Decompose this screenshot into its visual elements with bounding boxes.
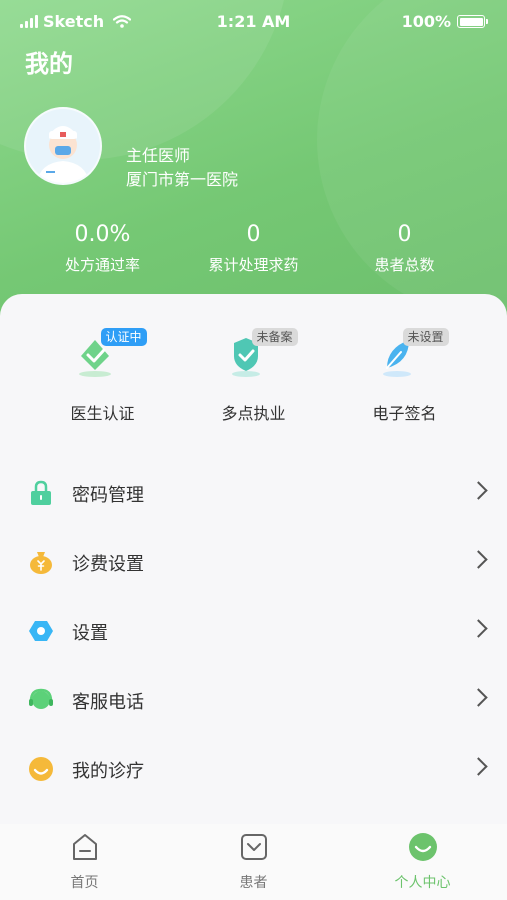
page-title: 我的	[25, 50, 73, 78]
cert-label: 医生认证	[70, 404, 135, 423]
lock-icon	[31, 480, 51, 505]
tab-home[interactable]: 首页	[0, 832, 169, 892]
stat-value: 0.0%	[74, 222, 131, 247]
menu-item-fee-settings[interactable]: 诊费设置	[0, 527, 507, 596]
tab-profile[interactable]: 个人中心	[338, 832, 507, 892]
stat-patients[interactable]: 0 患者总数	[320, 222, 489, 275]
money-bag-icon	[30, 552, 52, 574]
cert-doctor-verification[interactable]: 认证中 医生认证	[18, 328, 187, 424]
tab-label: 首页	[70, 875, 99, 891]
menu-item-settings[interactable]: 设置	[0, 596, 507, 665]
chevron-right-icon	[469, 619, 488, 638]
menu-item-my-treatment[interactable]: 我的诊疗	[0, 734, 507, 803]
stat-value: 0	[397, 222, 412, 247]
avatar[interactable]	[24, 107, 102, 185]
profile-icon	[408, 833, 437, 861]
stat-label: 累计处理求药	[208, 256, 299, 274]
chevron-right-icon	[469, 481, 488, 500]
menu-label: 密码管理	[72, 485, 144, 506]
menu-label: 设置	[72, 623, 108, 644]
tab-label: 个人中心	[394, 875, 451, 891]
status-badge: 未备案	[251, 328, 298, 346]
menu-label: 我的诊疗	[72, 761, 144, 782]
stat-label: 处方通过率	[64, 256, 140, 274]
cert-e-signature[interactable]: 未设置 电子签名	[320, 328, 489, 424]
stat-requests[interactable]: 0 累计处理求药	[169, 222, 338, 275]
headset-icon	[29, 688, 53, 709]
gear-icon	[29, 621, 53, 641]
menu-item-password[interactable]: 密码管理	[0, 458, 507, 527]
chevron-right-icon	[469, 757, 488, 776]
menu-item-customer-service[interactable]: 客服电话	[0, 665, 507, 734]
settings-menu: 密码管理 诊费设置 设置 客服电话 我的诊疗	[0, 458, 507, 803]
tab-label: 患者	[239, 875, 268, 891]
chevron-right-icon	[469, 688, 488, 707]
status-bar: Sketch 1:21 AM 100%	[0, 0, 507, 42]
chevron-right-icon	[469, 550, 488, 569]
battery-icon	[457, 15, 488, 28]
cert-label: 电子签名	[372, 404, 437, 423]
battery-percent: 100%	[401, 12, 451, 31]
home-icon	[72, 834, 97, 860]
stat-value: 0	[246, 222, 261, 247]
menu-label: 诊费设置	[72, 554, 144, 575]
smile-icon	[29, 757, 53, 781]
cert-multi-practice[interactable]: 未备案 多点执业	[169, 328, 338, 424]
patient-icon	[240, 834, 267, 860]
cert-label: 多点执业	[221, 404, 286, 423]
doctor-title: 主任医师	[126, 146, 191, 165]
tab-patients[interactable]: 患者	[169, 832, 338, 892]
status-badge: 未设置	[402, 328, 449, 346]
status-badge: 认证中	[100, 328, 147, 346]
stat-label: 患者总数	[374, 256, 435, 274]
bottom-tab-bar: 首页 患者 个人中心	[0, 824, 507, 900]
stat-pass-rate[interactable]: 0.0% 处方通过率	[18, 222, 187, 275]
doctor-hospital: 厦门市第一医院	[126, 170, 239, 189]
menu-label: 客服电话	[72, 692, 144, 713]
